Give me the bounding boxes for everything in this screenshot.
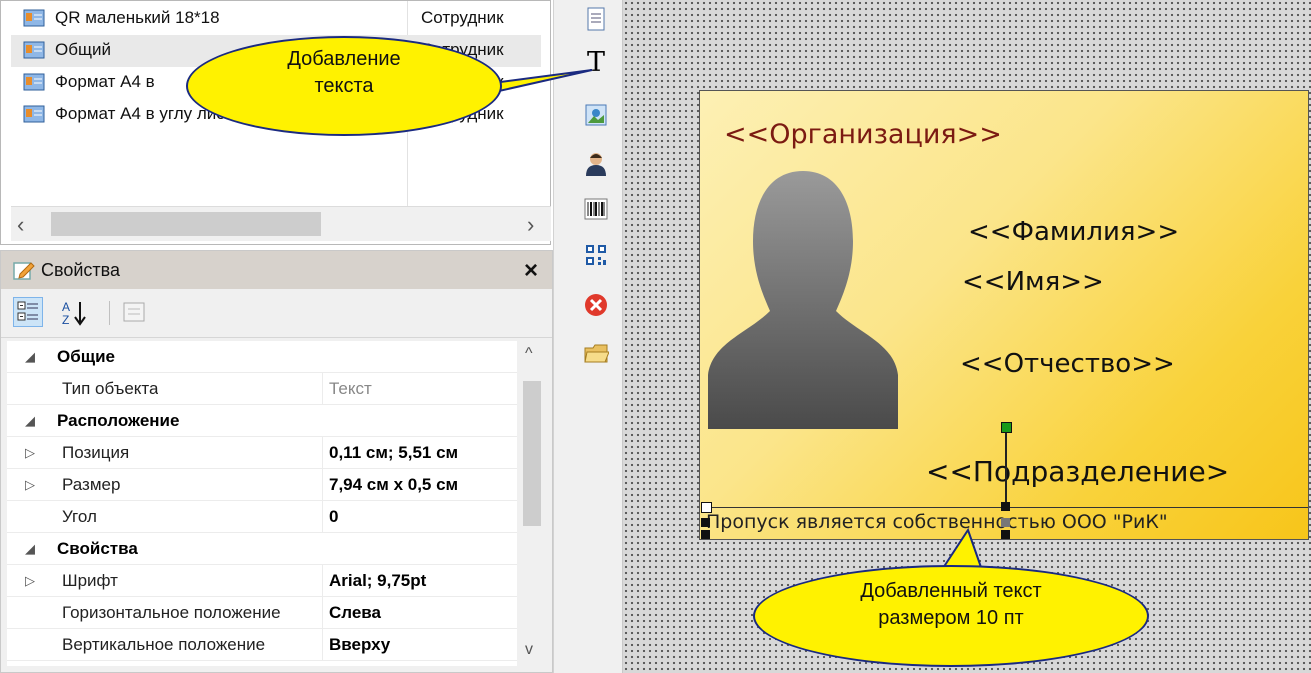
added-text-callout-line-2: размером 10 пт [878,607,1024,629]
add-text-callout-line-1: Добавление [287,48,401,70]
add-text-callout-line-2: текста [314,75,374,97]
added-text-callout-text: Добавленный текст размером 10 пт [753,578,1149,632]
add-text-callout-text: Добавление текста [186,46,502,100]
added-text-callout-line-1: Добавленный текст [860,580,1042,602]
